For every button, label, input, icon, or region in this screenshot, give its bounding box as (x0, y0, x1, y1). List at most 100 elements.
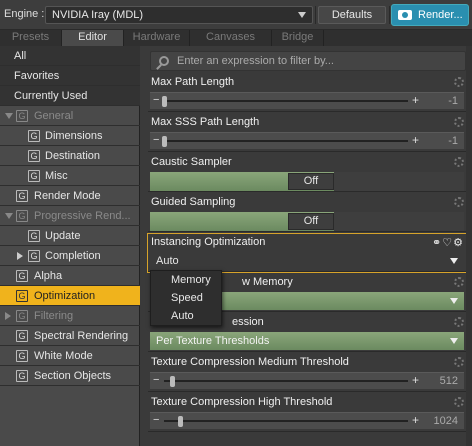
sidebar-item-white-mode[interactable]: G White Mode (0, 346, 140, 366)
sidebar-item-favorites[interactable]: Favorites (0, 66, 140, 86)
expand-icon[interactable] (5, 213, 13, 219)
slider-knob[interactable] (170, 376, 175, 387)
slider-value[interactable]: 1024 (434, 415, 458, 427)
engine-label: Engine : (4, 8, 45, 20)
slider[interactable]: − + 512 (150, 372, 464, 389)
prop-instancing-optimization: Instancing Optimization ⚭♡⚙ Auto (147, 233, 469, 273)
slider-track[interactable] (164, 140, 408, 142)
chevron-down-icon (298, 12, 306, 18)
defaults-button[interactable]: Defaults (318, 6, 386, 24)
sidebar-item-section-objects[interactable]: G Section Objects (0, 366, 140, 386)
decrement-icon[interactable]: − (153, 134, 159, 146)
increment-icon[interactable]: + (412, 133, 419, 147)
group-icon: G (16, 270, 28, 282)
prop-title: Texture Compression High Threshold (151, 396, 333, 408)
sidebar-item-alpha[interactable]: G Alpha (0, 266, 140, 286)
slider-value[interactable]: 512 (440, 375, 458, 387)
engine-select[interactable]: NVIDIA Iray (MDL) (45, 6, 313, 24)
select[interactable]: Per Texture Thresholds (150, 332, 464, 350)
prop-max-sss-path-length: Max SSS Path Length − + -1 (148, 114, 468, 152)
sidebar-item-label: Currently Used (14, 90, 88, 102)
sidebar-item-completion[interactable]: G Completion (0, 246, 140, 266)
prop-title: Texture Compression Medium Threshold (151, 356, 349, 368)
increment-icon[interactable]: + (412, 413, 419, 427)
filter-box[interactable] (150, 51, 466, 71)
prop-title: Max SSS Path Length (151, 116, 260, 128)
collapse-icon[interactable] (17, 252, 23, 260)
toggle-button[interactable]: Off (288, 213, 334, 230)
gear-icon[interactable] (454, 117, 464, 127)
sidebar-item-progressive-rendering[interactable]: G Progressive Rend... (0, 206, 140, 226)
slider-knob[interactable] (162, 136, 167, 147)
toggle[interactable]: Off (150, 212, 464, 231)
slider-track[interactable] (164, 380, 408, 382)
prop-title: Max Path Length (151, 76, 235, 88)
toggle[interactable]: Off (150, 172, 464, 191)
select-value: Auto (156, 255, 179, 267)
heart-icon[interactable]: ♡ (442, 237, 453, 249)
tab-presets[interactable]: Presets (0, 30, 62, 46)
gear-icon[interactable] (454, 77, 464, 87)
expand-icon[interactable] (5, 113, 13, 119)
sidebar-item-optimization[interactable]: G Optimization (0, 286, 140, 306)
slider-track[interactable] (164, 100, 408, 102)
sidebar-item-spectral-rendering[interactable]: G Spectral Rendering (0, 326, 140, 346)
gear-icon[interactable] (454, 397, 464, 407)
tab-hardware[interactable]: Hardware (124, 30, 190, 46)
sidebar-item-label: Render Mode (34, 190, 101, 202)
tab-bridge[interactable]: Bridge (272, 30, 324, 46)
slider-value[interactable]: -1 (448, 135, 458, 147)
scrollbar[interactable] (466, 46, 472, 446)
slider[interactable]: − + -1 (150, 92, 464, 109)
slider-track[interactable] (164, 420, 408, 422)
group-icon: G (16, 330, 28, 342)
sidebar-item-filtering[interactable]: G Filtering (0, 306, 140, 326)
collapse-icon[interactable] (5, 312, 11, 320)
gear-icon[interactable]: ⚙ (453, 237, 464, 249)
increment-icon[interactable]: + (412, 93, 419, 107)
sidebar-item-general[interactable]: G General (0, 106, 140, 126)
render-label: Render... (418, 9, 463, 21)
gear-icon[interactable] (454, 197, 464, 207)
property-panel: Max Path Length − + -1 Max SSS Path Leng… (146, 46, 472, 446)
sidebar-item-label: Progressive Rend... (34, 210, 131, 222)
tab-editor[interactable]: Editor (62, 30, 124, 46)
sidebar-item-dimensions[interactable]: G Dimensions (0, 126, 140, 146)
select[interactable]: Auto (150, 252, 464, 270)
gear-icon[interactable] (454, 317, 464, 327)
slider-knob[interactable] (162, 96, 167, 107)
decrement-icon[interactable]: − (153, 94, 159, 106)
dropdown-option-auto[interactable]: Auto (151, 307, 221, 325)
gear-icon[interactable] (454, 157, 464, 167)
slider[interactable]: − + -1 (150, 132, 464, 149)
prop-title: Guided Sampling (151, 196, 236, 208)
decrement-icon[interactable]: − (153, 374, 159, 386)
sidebar-item-render-mode[interactable]: G Render Mode (0, 186, 140, 206)
slider-knob[interactable] (178, 416, 183, 427)
group-icon: G (16, 190, 28, 202)
decrement-icon[interactable]: − (153, 414, 159, 426)
sidebar-item-currently-used[interactable]: Currently Used (0, 86, 140, 106)
toggle-button[interactable]: Off (288, 173, 334, 190)
sidebar-item-destination[interactable]: G Destination (0, 146, 140, 166)
chevron-down-icon (450, 338, 458, 344)
dropdown-option-memory[interactable]: Memory (151, 271, 221, 289)
link-icon[interactable]: ⚭ (432, 237, 442, 249)
gear-icon[interactable] (454, 277, 464, 287)
tab-bar: Presets Editor Hardware Canvases Bridge (0, 30, 472, 46)
sidebar-item-update[interactable]: G Update (0, 226, 140, 246)
slider[interactable]: − + 1024 (150, 412, 464, 429)
increment-icon[interactable]: + (412, 373, 419, 387)
render-button[interactable]: Render... (391, 4, 469, 26)
slider-value[interactable]: -1 (448, 95, 458, 107)
dropdown-option-speed[interactable]: Speed (151, 289, 221, 307)
toggle-off-area (334, 172, 464, 191)
prop-icons[interactable]: ⚭♡⚙ (432, 236, 464, 249)
chevron-down-icon (450, 258, 458, 264)
sidebar-item-all[interactable]: All (0, 46, 140, 66)
sidebar-item-label: Optimization (34, 290, 96, 302)
sidebar-item-misc[interactable]: G Misc (0, 166, 140, 186)
filter-input[interactable] (177, 54, 457, 68)
tab-canvases[interactable]: Canvases (190, 30, 272, 46)
gear-icon[interactable] (454, 357, 464, 367)
